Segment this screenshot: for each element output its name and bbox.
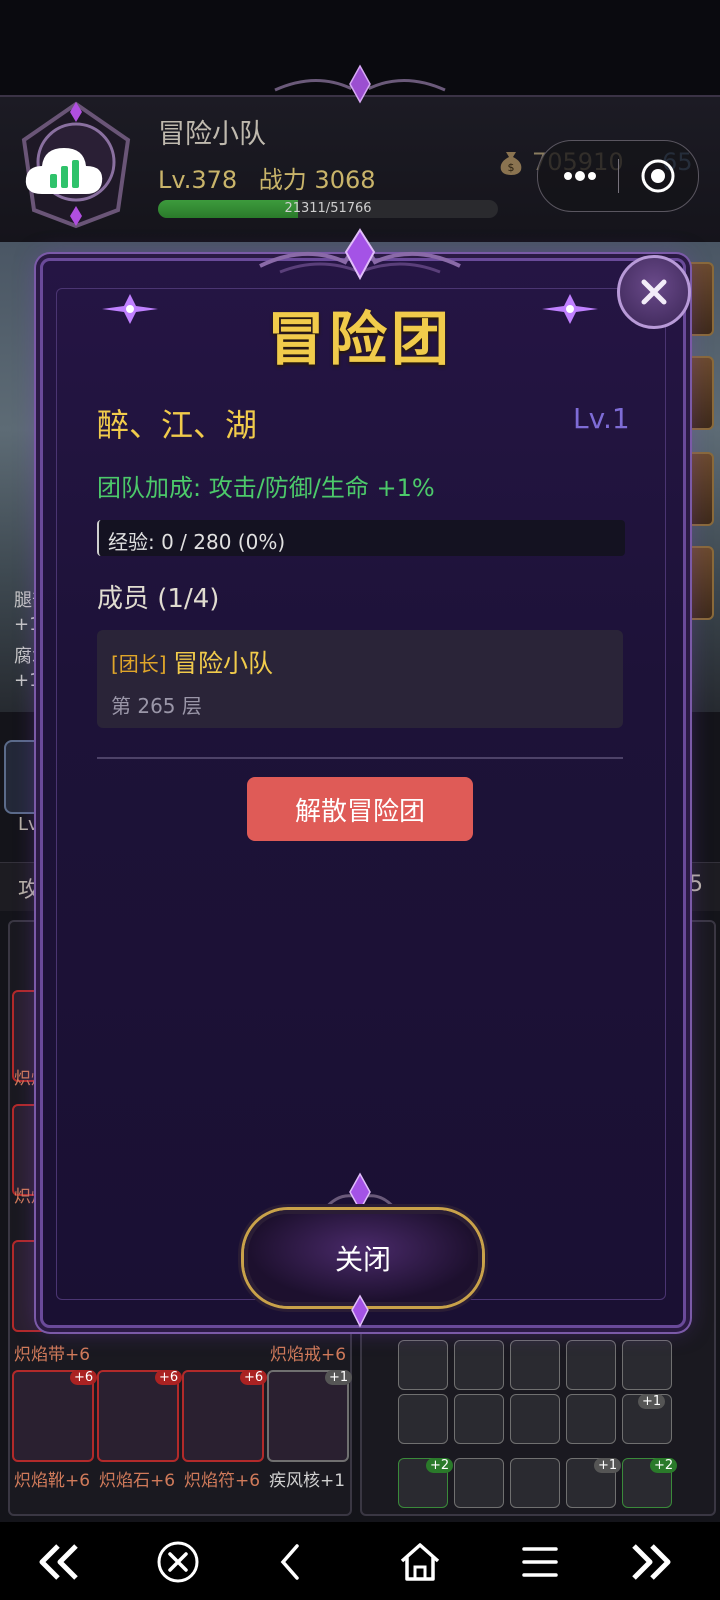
equip-slot-badge: +6 [155,1370,183,1385]
modal-close-x-button[interactable] [617,255,691,329]
capsule-divider [618,159,619,193]
svg-text:$: $ [508,161,515,174]
player-power: 战力 3068 [258,166,376,194]
member-name: 冒险小队 [173,649,274,678]
modal-title: 冒险团 [266,305,453,373]
item-slot[interactable] [454,1394,504,1444]
equip-slot-label: 炽焰戒+6 [270,1345,347,1365]
item-slot[interactable] [398,1340,448,1390]
nav-home-button[interactable] [392,1540,448,1584]
item-slot[interactable] [398,1394,448,1444]
guild-exp-text: 经验: 0 / 280 (0%) [108,530,286,554]
disband-guild-button[interactable]: 解散冒险团 [247,777,473,841]
miniprogram-capsule [537,140,699,212]
item-slot[interactable] [510,1340,560,1390]
header-crest-ornament [274,64,446,104]
item-slot-badge: +1 [638,1394,666,1409]
back-icon [280,1544,299,1580]
guild-exp-bar: 经验: 0 / 280 (0%) [97,520,625,556]
equip-slot-badge: +6 [240,1370,268,1385]
close-icon [641,279,667,305]
gold-bag-icon: $ [500,152,522,175]
modal-crest-ornament [259,228,461,281]
nav-double-left-button[interactable] [32,1540,88,1584]
item-slot-badge: +2 [426,1458,454,1473]
nav-back-button[interactable] [262,1540,318,1584]
target-icon [641,159,675,193]
player-level: Lv.378 [158,166,238,194]
system-nav-bar [0,1522,720,1600]
double-left-icon [39,1544,78,1580]
team-bonus-text: 团队加成: 攻击/防御/生命 +1% [97,474,435,502]
item-slot[interactable] [566,1340,616,1390]
equip-slot-badge: +1 [325,1370,353,1385]
item-slot[interactable] [510,1458,560,1508]
menu-icon [522,1547,558,1577]
close-button-ornament-bottom [351,1294,369,1328]
guild-name: 醉、江、湖 [97,406,258,444]
nav-double-right-button[interactable] [622,1540,678,1584]
item-slot[interactable] [454,1340,504,1390]
exit-miniprogram-button[interactable] [624,141,692,211]
more-button[interactable] [546,141,614,211]
item-slot-badge: +2 [650,1458,678,1473]
item-slot[interactable] [454,1458,504,1508]
equip-slot-label: 炽焰带+6 [14,1345,91,1365]
member-floor: 第 265 层 [111,694,202,718]
item-slot[interactable] [622,1340,672,1390]
section-divider [97,757,623,759]
item-slot[interactable] [566,1394,616,1444]
player-team-name: 冒险小队 [158,119,266,150]
more-dots-icon [564,171,596,181]
player-exp-text: 21311/51766 [284,201,372,216]
item-slot-badge: +1 [594,1458,622,1473]
player-exp-bar: 21311/51766 [158,200,498,218]
home-icon [400,1543,440,1581]
equip-slot-label: 炽焰符+6 [184,1471,261,1491]
equip-slot-label: 炽焰石+6 [99,1471,176,1491]
members-header: 成员 (1/4) [97,584,220,614]
double-right-icon [632,1544,671,1580]
item-slot[interactable] [510,1394,560,1444]
equip-slot-badge: +6 [70,1370,98,1385]
member-card[interactable]: [团长] 冒险小队 第 265 层 [97,630,623,728]
cloud-chart-icon[interactable] [22,140,106,200]
nav-close-circle-button[interactable] [150,1540,206,1584]
guild-level: Lv.1 [573,402,630,435]
player-level-power: Lv.378 战力 3068 [158,160,390,195]
equip-slot-label: 炽焰靴+6 [14,1471,91,1491]
equip-slot-label: 疾风核+1 [269,1471,346,1491]
circle-x-icon [157,1541,199,1583]
nav-menu-button[interactable] [512,1540,568,1584]
member-role: [团长] [111,652,167,676]
